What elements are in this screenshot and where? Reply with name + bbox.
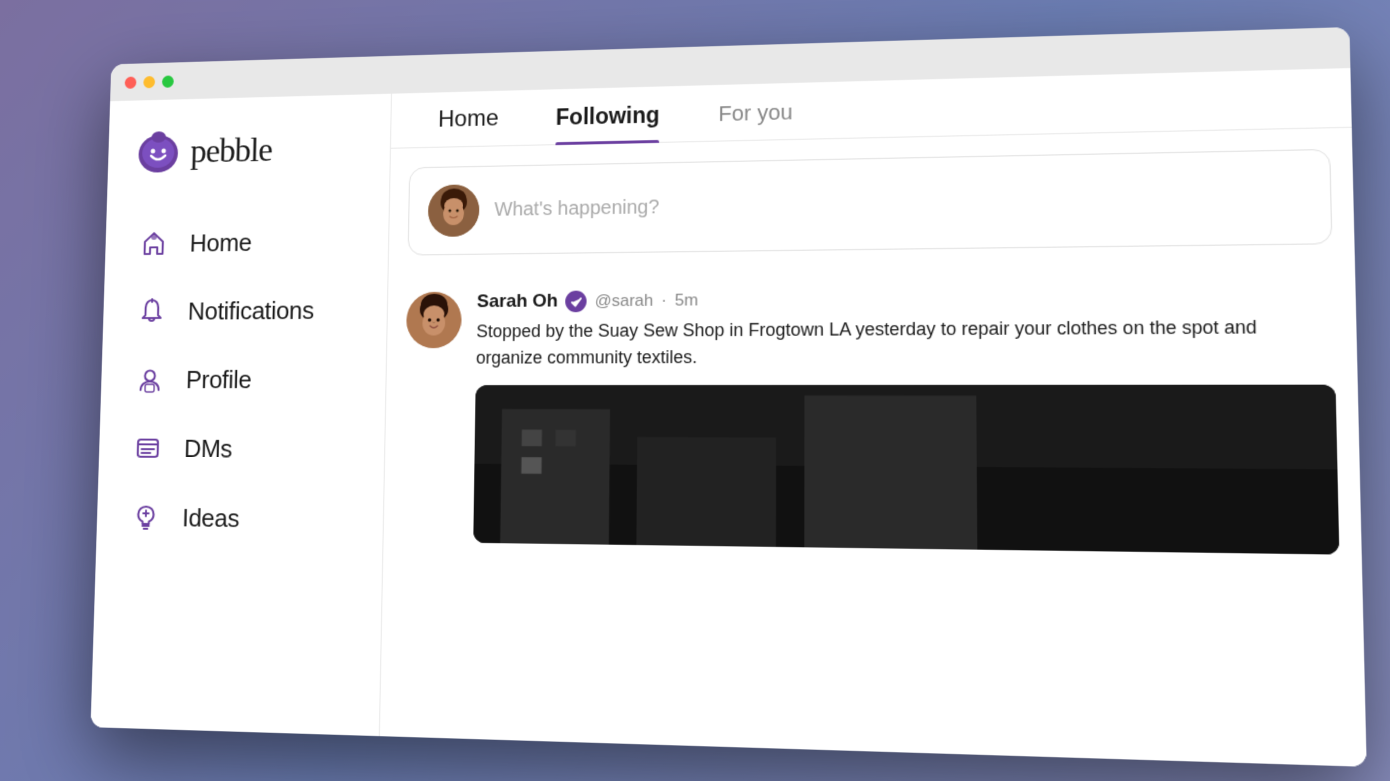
sidebar-item-ideas-label: Ideas bbox=[182, 502, 240, 533]
sidebar-item-notifications[interactable]: Notifications bbox=[120, 279, 368, 342]
sidebar-item-profile-label: Profile bbox=[186, 364, 252, 394]
maximize-button[interactable] bbox=[162, 74, 174, 86]
post-header: Sarah Oh @sarah · 5m bbox=[477, 283, 1334, 312]
profile-icon bbox=[133, 362, 166, 396]
tab-home[interactable]: Home bbox=[410, 104, 528, 147]
post-author-name: Sarah Oh bbox=[477, 290, 558, 312]
sidebar: pebble Home bbox=[91, 93, 391, 735]
sidebar-item-home-label: Home bbox=[189, 227, 252, 257]
sidebar-item-home[interactable]: Home bbox=[123, 210, 371, 274]
logo: pebble bbox=[125, 122, 371, 176]
sidebar-item-profile[interactable]: Profile bbox=[118, 348, 367, 410]
main-content: Home Following For you bbox=[379, 68, 1367, 767]
post-avatar bbox=[406, 291, 462, 348]
post-time-separator: · bbox=[661, 290, 667, 310]
post-author-handle: @sarah bbox=[595, 290, 654, 310]
post-time: 5m bbox=[675, 290, 698, 310]
sidebar-item-notifications-label: Notifications bbox=[188, 295, 315, 325]
composer-input[interactable]: What's happening? bbox=[494, 184, 1308, 220]
post-text: Stopped by the Suay Sew Shop in Frogtown… bbox=[476, 313, 1335, 371]
home-icon bbox=[137, 226, 170, 260]
close-button[interactable] bbox=[125, 76, 137, 88]
sidebar-item-dms[interactable]: DMs bbox=[116, 417, 366, 480]
post-body: Sarah Oh @sarah · 5m Stopped by the Suay… bbox=[473, 283, 1339, 554]
nav-menu: Home Notifications bbox=[114, 210, 370, 551]
dm-icon bbox=[131, 430, 165, 465]
pebble-logo-icon bbox=[134, 127, 182, 176]
app-window: pebble Home bbox=[91, 27, 1367, 767]
tab-for-you[interactable]: For you bbox=[689, 98, 823, 140]
post-item: Sarah Oh @sarah · 5m Stopped by the Suay… bbox=[402, 265, 1340, 574]
logo-text: pebble bbox=[190, 129, 272, 170]
post-composer: What's happening? bbox=[408, 148, 1333, 255]
sidebar-item-dms-label: DMs bbox=[184, 433, 233, 463]
bell-icon bbox=[135, 294, 168, 328]
tab-following[interactable]: Following bbox=[527, 101, 689, 145]
app-body: pebble Home bbox=[91, 68, 1367, 767]
composer-avatar bbox=[428, 184, 480, 237]
ideas-icon bbox=[129, 499, 163, 534]
minimize-button[interactable] bbox=[143, 75, 155, 87]
verified-badge bbox=[566, 290, 588, 312]
sidebar-item-ideas[interactable]: Ideas bbox=[114, 486, 364, 551]
post-image bbox=[473, 384, 1339, 554]
feed-area: What's happening? bbox=[380, 127, 1367, 766]
